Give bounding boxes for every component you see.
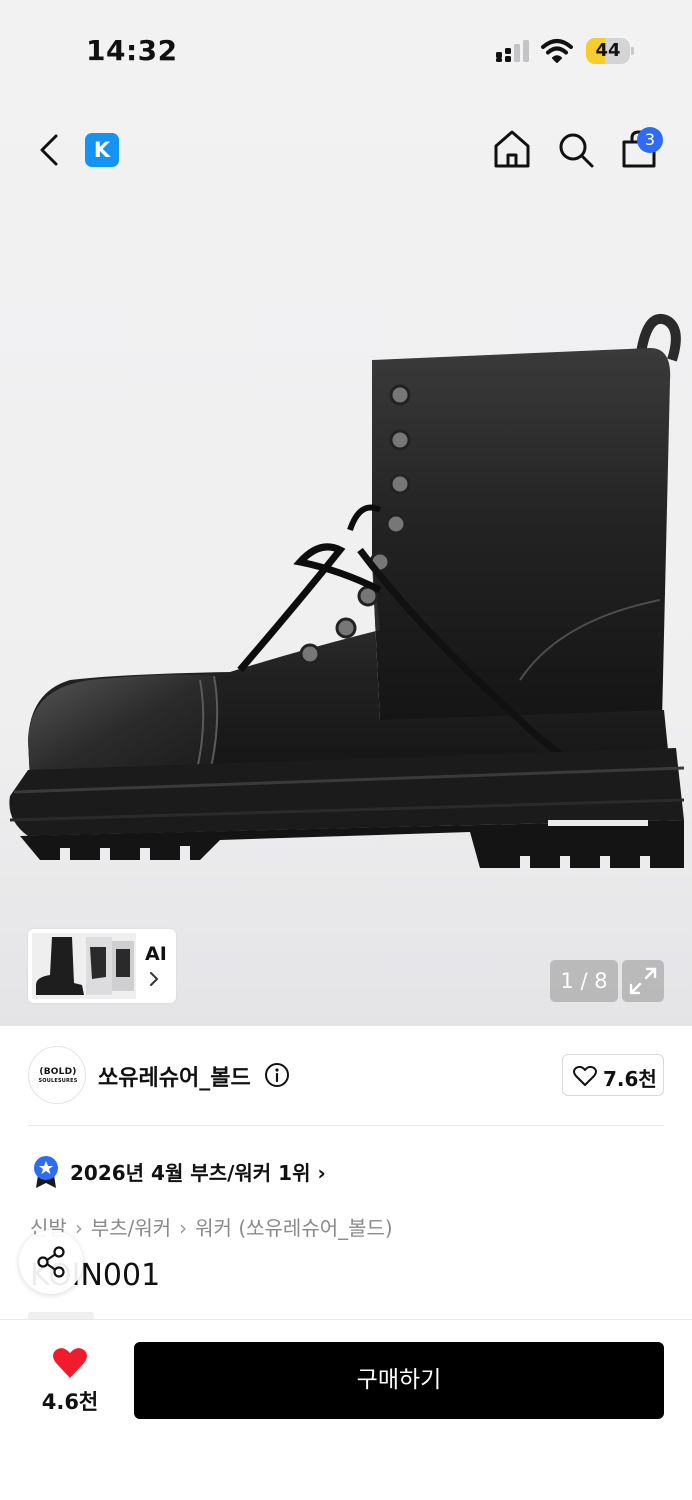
search-icon[interactable] (556, 130, 596, 170)
expand-image-button[interactable] (622, 960, 664, 1002)
ranking-badge-icon (34, 1156, 58, 1188)
info-icon[interactable] (264, 1062, 290, 1088)
shop-avatar-subtext: SOULESURES (38, 1078, 78, 1084)
image-page-counter: 1 / 8 (550, 960, 618, 1002)
product-image[interactable] (0, 300, 692, 880)
ai-thumbnail-card[interactable]: AI (28, 929, 176, 1003)
buy-button[interactable]: 구매하기 (134, 1342, 664, 1419)
shop-avatar-text: (BOLD) (39, 1067, 77, 1077)
shop-like-button[interactable]: 7.6천 (562, 1054, 664, 1096)
shop-name[interactable]: 쏘유레슈어_볼드 (98, 1060, 251, 1092)
wifi-icon (541, 39, 573, 63)
expand-icon (629, 967, 657, 995)
breadcrumb-item[interactable]: 워커 (쏘유레슈어_볼드) (195, 1216, 393, 1240)
chevron-right-icon (150, 972, 158, 986)
heart-outline-icon (573, 1065, 597, 1086)
wish-count: 4.6천 (41, 1390, 99, 1414)
battery-indicator: 44 (586, 38, 634, 64)
divider (28, 1125, 664, 1126)
thumbnail-image (32, 933, 136, 999)
chevron-right-icon: › (74, 1216, 83, 1240)
cellular-signal-icon (496, 40, 529, 62)
breadcrumb-item[interactable]: 부츠/워커 (91, 1216, 171, 1240)
shop-avatar[interactable]: (BOLD) SOULESURES (28, 1046, 86, 1104)
share-button[interactable] (19, 1230, 83, 1294)
cart-count-badge: 3 (637, 127, 663, 153)
ai-label: AI (145, 943, 167, 965)
breadcrumb: 신발 › 부츠/워커 › 워커 (쏘유레슈어_볼드) (30, 1212, 393, 1241)
status-time: 14:32 (86, 34, 178, 67)
heart-filled-icon[interactable] (52, 1346, 88, 1380)
chevron-right-icon: › (179, 1216, 188, 1240)
back-icon[interactable] (34, 132, 66, 168)
home-icon[interactable] (492, 128, 532, 170)
ranking-link[interactable]: 2026년 4월 부츠/워커 1위 › (70, 1157, 326, 1186)
share-icon (37, 1246, 65, 1278)
shop-like-count: 7.6천 (603, 1067, 657, 1091)
brand-logo[interactable]: K (85, 133, 119, 167)
battery-level: 44 (595, 40, 621, 61)
